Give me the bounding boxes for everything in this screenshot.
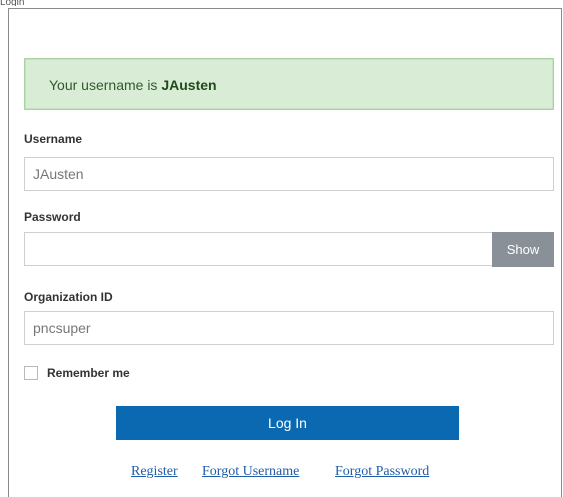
- footer-links: Register Forgot Username Forgot Password: [0, 464, 563, 484]
- remember-me-label[interactable]: Remember me: [47, 366, 130, 380]
- remember-me-row[interactable]: Remember me: [24, 364, 130, 382]
- organization-id-input[interactable]: pncsuper: [24, 311, 554, 345]
- show-password-button[interactable]: Show: [492, 232, 554, 267]
- forgot-password-link[interactable]: Forgot Password: [335, 464, 429, 480]
- organization-id-label: Organization ID: [24, 290, 113, 304]
- forgot-username-link[interactable]: Forgot Username: [202, 464, 299, 480]
- alert-username: JAusten: [161, 77, 217, 93]
- top-partial-text: Login: [0, 0, 25, 6]
- alert-prefix: Your username is: [49, 77, 162, 93]
- remember-me-checkbox[interactable]: [24, 366, 38, 380]
- success-alert: Your username is JAusten: [24, 58, 554, 110]
- alert-message: Your username is JAusten: [49, 77, 217, 93]
- username-label: Username: [24, 132, 83, 146]
- register-link[interactable]: Register: [131, 464, 178, 480]
- login-button[interactable]: Log In: [116, 406, 459, 440]
- password-input[interactable]: [24, 232, 493, 266]
- password-label: Password: [24, 210, 81, 224]
- username-input[interactable]: JAusten: [24, 157, 554, 191]
